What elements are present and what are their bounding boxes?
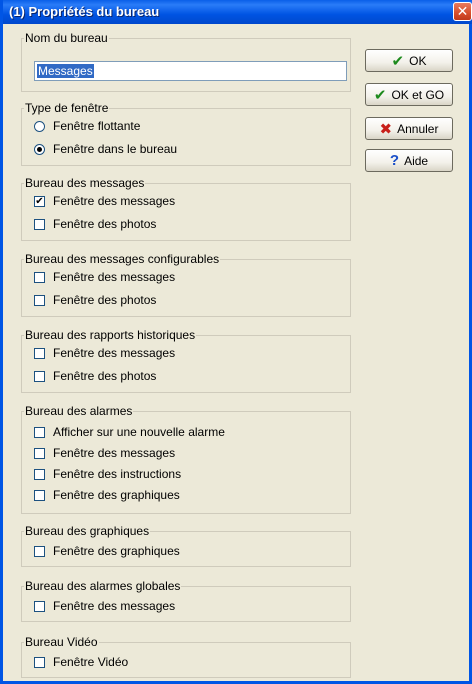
help-button-label: Aide (404, 153, 429, 168)
checkbox[interactable] (34, 426, 45, 438)
checkbox[interactable] (34, 218, 45, 230)
checkbox-label: Fenêtre des graphiques (53, 488, 180, 502)
checkbox-item[interactable]: Fenêtre des graphiques (34, 487, 180, 503)
graphics-group: Bureau des graphiques Fenêtre des graphi… (21, 524, 351, 567)
checkbox[interactable] (34, 447, 45, 459)
checkbox[interactable] (34, 468, 45, 480)
checkbox-label: Fenêtre des photos (53, 293, 157, 307)
group-legend: Bureau des messages configurables (24, 252, 221, 266)
checkbox-label: Fenêtre des messages (53, 194, 176, 208)
window-type-legend: Type de fenêtre (24, 101, 110, 115)
check-icon: ✔ (391, 52, 405, 70)
checkbox-item[interactable]: Fenêtre des messages (34, 598, 175, 614)
checkbox-item[interactable]: ✔ Fenêtre des messages (34, 193, 175, 209)
properties-dialog: (1) Propriétés du bureau ✕ Nom du bureau… (0, 0, 472, 684)
window-type-group: Type de fenêtre Fenêtre flottante Fenêtr… (21, 101, 351, 166)
checkbox-item[interactable]: Fenêtre des photos (34, 368, 156, 384)
checkbox-item[interactable]: Fenêtre des instructions (34, 466, 181, 482)
checkbox-label: Fenêtre des photos (53, 369, 157, 383)
checkbox-label: Fenêtre des graphiques (53, 544, 180, 558)
check-icon: ✔ (373, 86, 387, 104)
checkbox-label: Fenêtre des messages (53, 346, 176, 360)
desktop-name-input[interactable]: Messages (34, 61, 347, 81)
messages-desk-group: Bureau des messages ✔ Fenêtre des messag… (21, 176, 351, 241)
name-group: Nom du bureau Messages (21, 31, 351, 92)
checkbox[interactable] (34, 347, 45, 359)
dialog-body: Nom du bureau Messages Type de fenêtre F… (3, 24, 469, 681)
cancel-button-label: Annuler (397, 121, 439, 136)
help-button[interactable]: ? Aide (365, 149, 453, 172)
checkbox-item[interactable]: Fenêtre des messages (34, 445, 175, 461)
radio-button[interactable] (34, 120, 45, 132)
configurable-messages-group: Bureau des messages configurables Fenêtr… (21, 252, 351, 317)
radio-label: Fenêtre flottante (53, 119, 141, 133)
name-group-legend: Nom du bureau (24, 31, 109, 45)
checkbox-label: Fenêtre des messages (53, 599, 176, 613)
checkbox-item[interactable]: Fenêtre des messages (34, 345, 175, 361)
global-alarms-group: Bureau des alarmes globales Fenêtre des … (21, 579, 351, 622)
checkbox-item[interactable]: Fenêtre des graphiques (34, 543, 180, 559)
close-icon: ✕ (456, 3, 469, 19)
title-bar[interactable]: (1) Propriétés du bureau ✕ (3, 0, 472, 24)
x-icon: ✖ (379, 120, 393, 138)
cancel-button[interactable]: ✖ Annuler (365, 117, 453, 140)
checkbox[interactable]: ✔ (34, 195, 45, 207)
video-group: Bureau Vidéo Fenêtre Vidéo (21, 635, 351, 678)
group-legend: Bureau Vidéo (24, 635, 99, 649)
checkbox-item[interactable]: Fenêtre des messages (34, 269, 175, 285)
group-legend: Bureau des rapports historiques (24, 328, 197, 342)
alarms-group: Bureau des alarmes Afficher sur une nouv… (21, 404, 351, 514)
checkbox[interactable] (34, 489, 45, 501)
desktop-name-value: Messages (37, 64, 94, 78)
ok-button[interactable]: ✔ OK (365, 49, 453, 72)
radio-button[interactable] (34, 143, 45, 155)
group-legend: Bureau des graphiques (24, 524, 151, 538)
history-reports-group: Bureau des rapports historiques Fenêtre … (21, 328, 351, 393)
checkbox-item[interactable]: Fenêtre des photos (34, 292, 156, 308)
checkbox[interactable] (34, 545, 45, 557)
question-icon: ? (389, 152, 400, 169)
group-legend: Bureau des messages (24, 176, 146, 190)
checkbox-label: Fenêtre des messages (53, 270, 176, 284)
radio-docked-window[interactable]: Fenêtre dans le bureau (34, 141, 177, 157)
checkbox-label: Fenêtre Vidéo (53, 655, 129, 669)
radio-label: Fenêtre dans le bureau (53, 142, 178, 156)
checkbox-item[interactable]: Fenêtre Vidéo (34, 654, 128, 670)
ok-button-label: OK (409, 53, 427, 68)
checkbox-item[interactable]: Fenêtre des photos (34, 216, 156, 232)
checkbox[interactable] (34, 656, 45, 668)
checkbox[interactable] (34, 600, 45, 612)
checkbox[interactable] (34, 370, 45, 382)
close-button[interactable]: ✕ (453, 2, 472, 21)
checkbox-item[interactable]: Afficher sur une nouvelle alarme (34, 424, 225, 440)
ok-and-go-button-label: OK et GO (391, 87, 445, 102)
checkbox[interactable] (34, 271, 45, 283)
group-legend: Bureau des alarmes (24, 404, 134, 418)
checkbox[interactable] (34, 294, 45, 306)
window-title: (1) Propriétés du bureau (9, 4, 160, 19)
checkbox-label: Fenêtre des instructions (53, 467, 182, 481)
checkbox-label: Fenêtre des photos (53, 217, 157, 231)
group-legend: Bureau des alarmes globales (24, 579, 182, 593)
radio-floating-window[interactable]: Fenêtre flottante (34, 118, 140, 134)
ok-and-go-button[interactable]: ✔ OK et GO (365, 83, 453, 106)
checkbox-label: Fenêtre des messages (53, 446, 176, 460)
checkbox-label: Afficher sur une nouvelle alarme (53, 425, 225, 439)
